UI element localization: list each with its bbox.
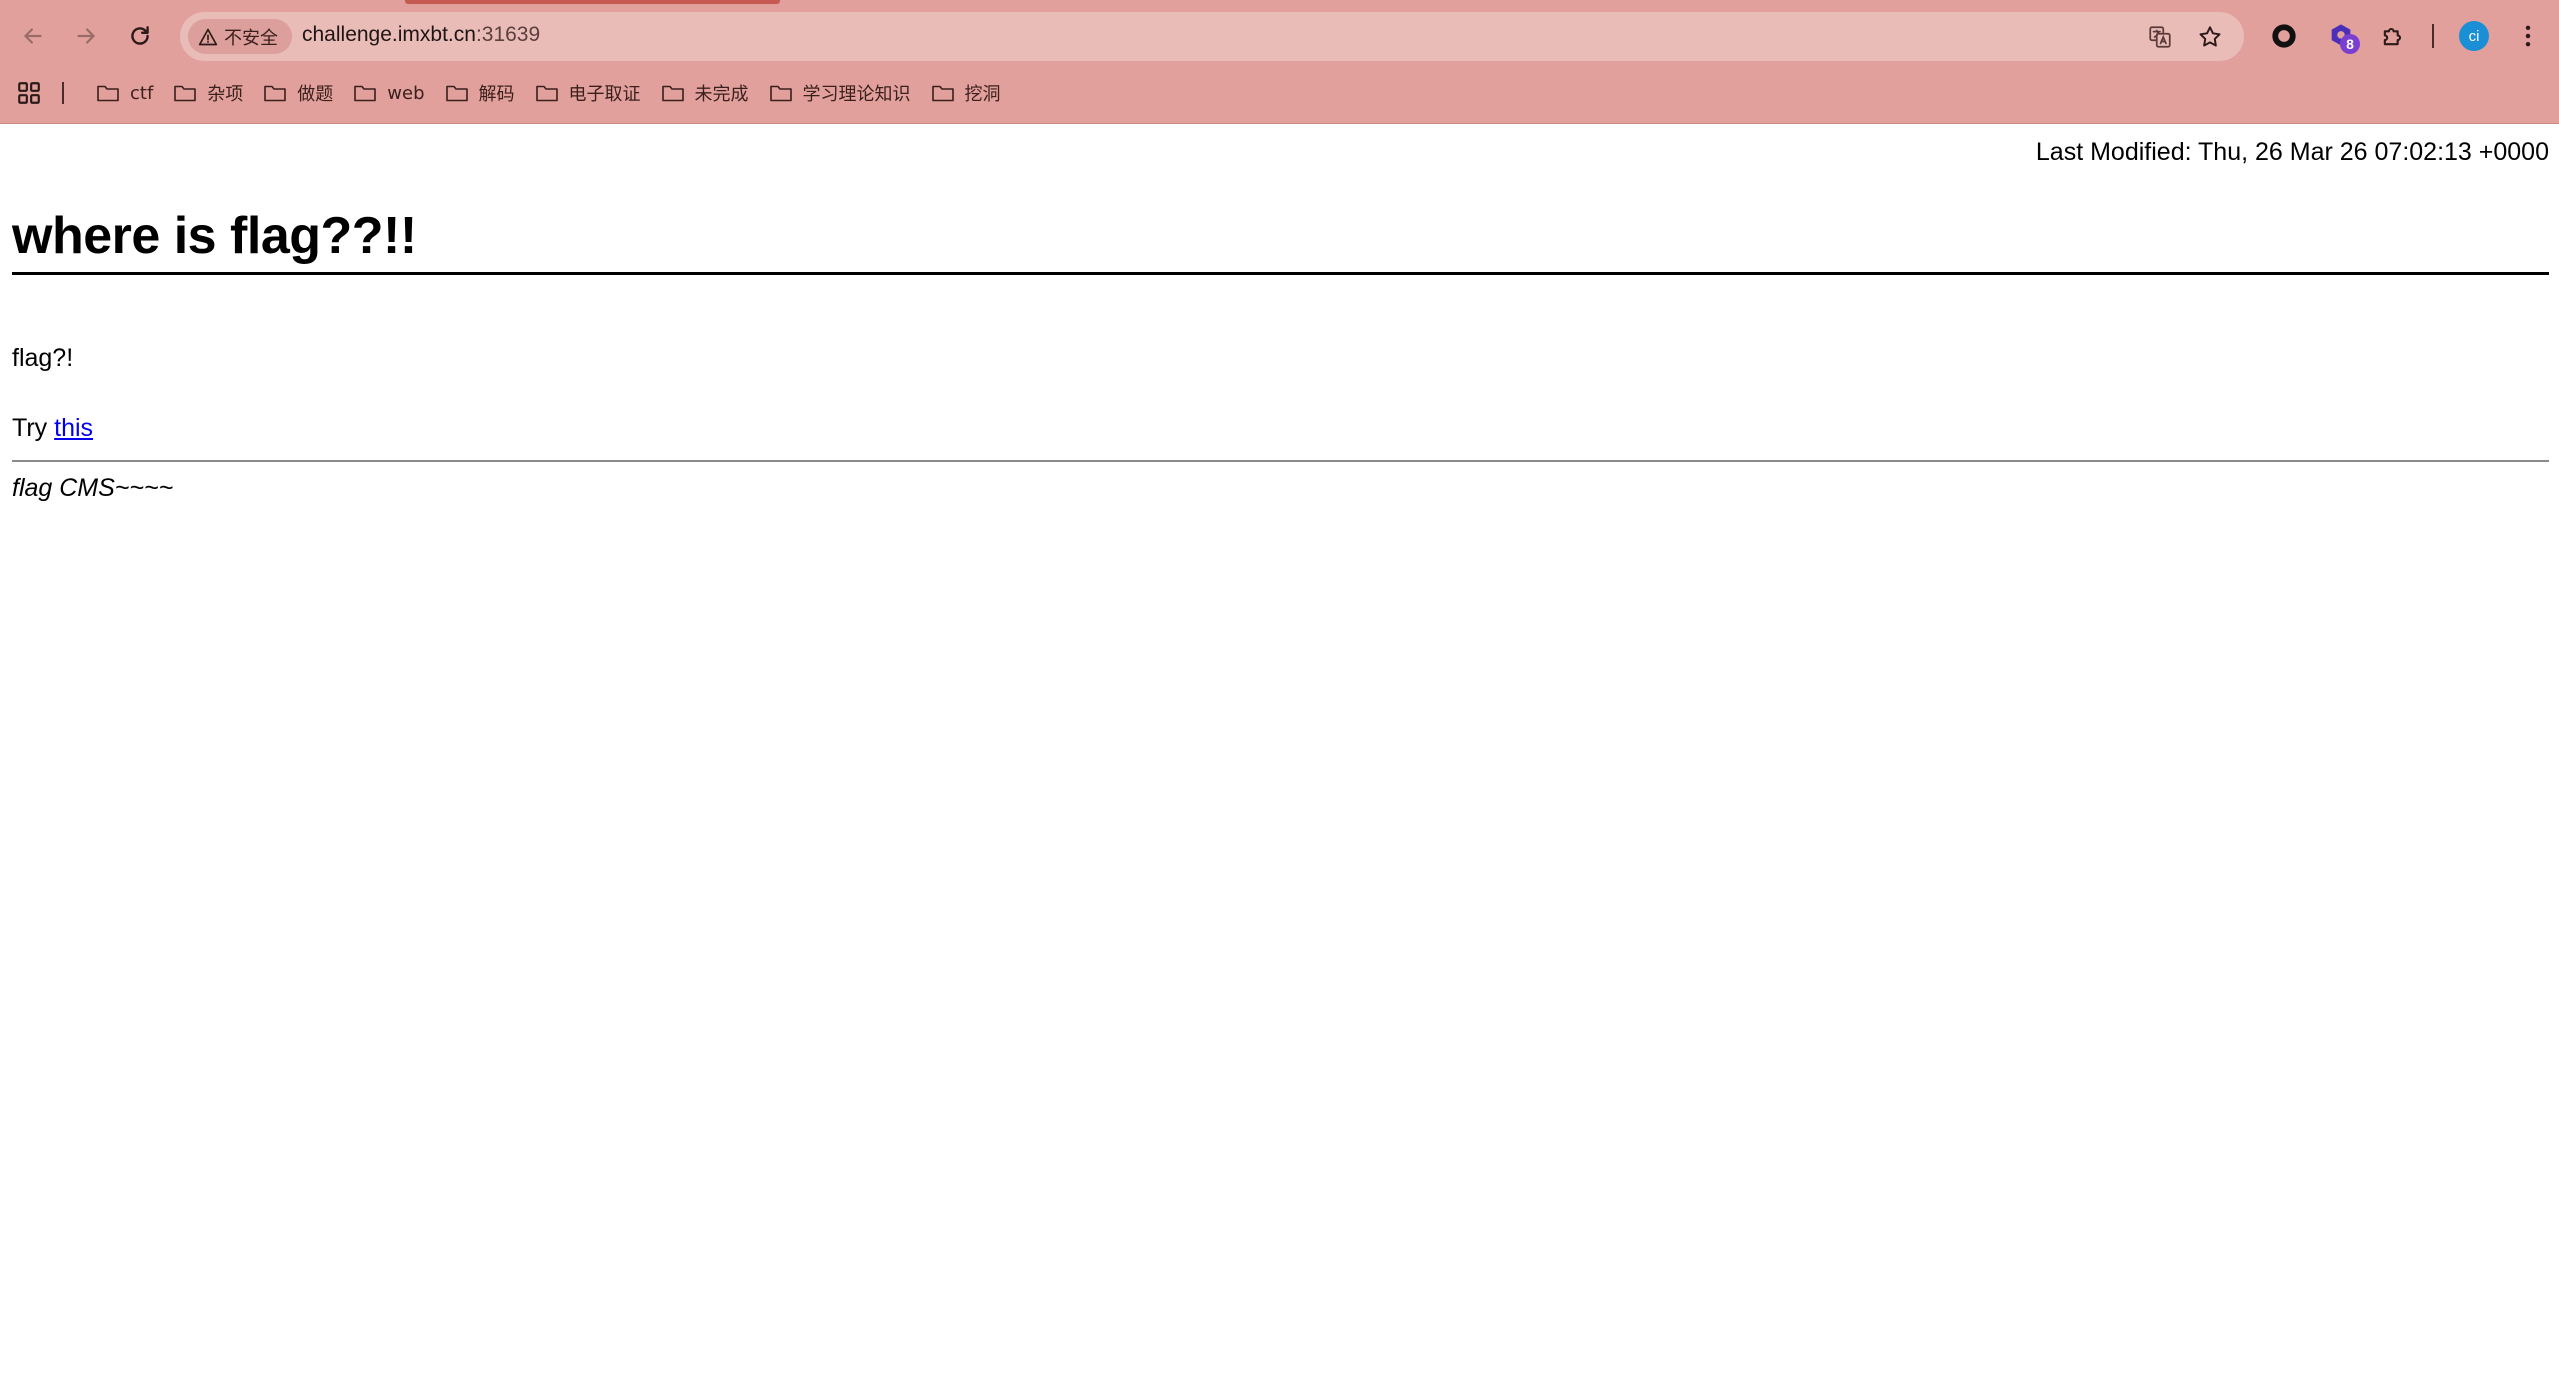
try-paragraph: Try this [12,414,93,443]
folder-icon [661,85,684,102]
bookmark-folder-3[interactable]: web [343,76,434,110]
arrow-left-icon [24,28,42,44]
extension-count-badge: 8 [2340,34,2360,54]
folder-icon [769,85,792,102]
page-content: Last Modified: Thu, 26 Mar 26 07:02:13 +… [0,124,2559,1381]
bookmark-folder-label: ctf [130,82,154,104]
apps-grid-icon[interactable] [16,80,42,106]
bookmark-folder-label: web [387,82,425,104]
toolbar-separator [2432,24,2434,48]
bookmark-folder-label: 做题 [297,84,334,105]
try-prefix: Try [12,414,55,442]
footer-divider [12,460,2549,462]
page-title: where is flag??!! [12,207,417,265]
warning-icon [198,28,218,45]
browser-chrome: 不安全 challenge.imxbt.cn:31639 8 ci ctf 杂项… [0,0,2559,124]
translate-button[interactable] [2144,21,2176,53]
puzzle-icon [2383,27,2402,46]
security-chip[interactable]: 不安全 [188,19,292,54]
bookmark-folder-label: 未完成 [694,84,749,105]
extensions-button[interactable] [2375,18,2411,54]
last-modified-text: Last Modified: Thu, 26 Mar 26 07:02:13 +… [2035,138,2549,166]
back-button[interactable] [15,18,51,54]
bookmark-folder-6[interactable]: 未完成 [651,76,759,110]
reload-icon [131,26,149,45]
folder-icon [931,85,954,102]
active-tab-indicator [405,0,780,4]
bookmark-folder-label: 学习理论知识 [802,84,911,105]
bookmark-folder-label: 挖洞 [964,84,1001,105]
bookmark-star-button[interactable] [2194,21,2226,53]
flag-paragraph: flag?! [12,344,74,372]
bookmark-folder-4[interactable]: 解码 [435,76,525,110]
this-link[interactable]: this [54,414,93,442]
more-vertical-icon [2525,25,2531,47]
browser-menu-button[interactable] [2510,18,2546,54]
extension-circle-button[interactable] [2266,18,2302,54]
extension-badge-button[interactable]: 8 [2323,18,2360,54]
folder-icon [354,85,377,102]
forward-button[interactable] [68,18,104,54]
folder-icon [535,85,558,102]
arrow-right-icon [77,28,95,44]
footer-note: flag CMS~~~~ [12,474,174,502]
translate-icon [2149,26,2171,48]
bookmarks-bar: ctf 杂项 做题 web 解码 电子取证 未完成 学习理论知识 挖洞 [0,74,2559,112]
bookmark-folder-label: 杂项 [207,84,244,105]
bookmark-folder-8[interactable]: 挖洞 [921,76,1011,110]
folder-icon [174,85,197,102]
star-icon [2199,26,2221,47]
bookmark-folder-7[interactable]: 学习理论知识 [759,76,921,110]
url-port: :31639 [475,23,541,46]
folder-icon [97,85,119,102]
record-circle-icon [2272,24,2296,48]
folder-icon [445,85,468,102]
url-text[interactable]: challenge.imxbt.cn:31639 [302,23,540,47]
profile-avatar[interactable]: ci [2459,21,2489,51]
bookmarks-separator [62,82,64,104]
bookmark-folder-label: 电子取证 [568,84,641,105]
address-bar[interactable]: 不安全 challenge.imxbt.cn:31639 [180,12,2244,61]
security-label: 不安全 [224,27,278,49]
bookmark-folder-1[interactable]: 杂项 [163,76,253,110]
bookmark-folder-list: ctf 杂项 做题 web 解码 电子取证 未完成 学习理论知识 挖洞 [86,74,1011,112]
bookmark-folder-0[interactable]: ctf [86,76,163,110]
url-host: challenge.imxbt.cn [302,23,476,46]
folder-icon [264,85,287,102]
bookmark-folder-label: 解码 [478,84,515,105]
bookmark-folder-5[interactable]: 电子取证 [525,76,651,110]
bookmark-folder-2[interactable]: 做题 [253,76,343,110]
reload-button[interactable] [122,18,158,54]
title-divider [12,272,2549,275]
